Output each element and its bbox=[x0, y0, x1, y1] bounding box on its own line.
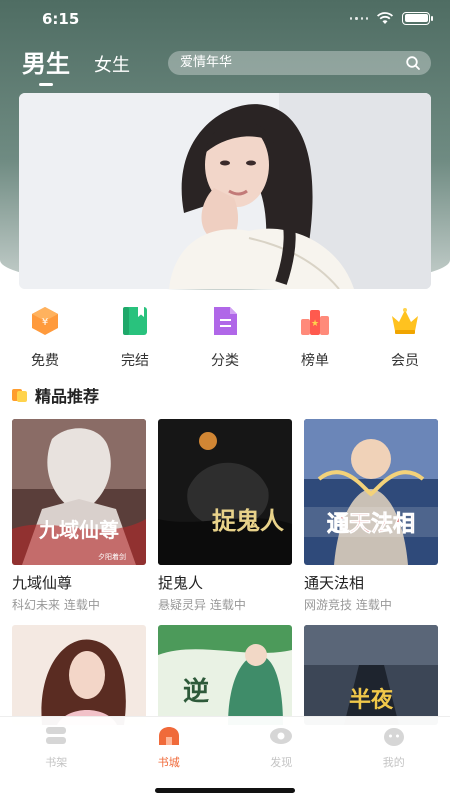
tab-male[interactable]: 男生 bbox=[22, 44, 70, 79]
free-coin-icon: ¥ bbox=[32, 307, 58, 335]
home-indicator bbox=[155, 788, 295, 793]
category-classify[interactable]: 分类 bbox=[180, 304, 270, 370]
book-meta: 悬疑灵异 连载中 bbox=[158, 598, 246, 612]
category-classify-label: 分类 bbox=[211, 353, 239, 369]
tab-female[interactable]: 女生 bbox=[94, 51, 130, 79]
search-placeholder: 爱情年华 bbox=[180, 55, 233, 70]
cover-title-6: 半夜 bbox=[349, 687, 394, 713]
book-card[interactable]: 通天法相 通天法相 网游竞技 连载中 bbox=[304, 419, 438, 613]
banner-image bbox=[19, 93, 431, 289]
document-icon bbox=[214, 307, 237, 335]
book-title: 捉鬼人 bbox=[158, 574, 204, 592]
svg-text:★: ★ bbox=[311, 319, 319, 329]
book-card[interactable]: 半夜 bbox=[304, 625, 438, 725]
section-header: 精品推荐 bbox=[12, 383, 99, 407]
section-icon bbox=[12, 387, 28, 403]
tab-bookshelf[interactable]: 书架 bbox=[0, 717, 113, 800]
category-free-label: 免费 bbox=[31, 353, 59, 369]
cover-author-1: 夕阳着剑 bbox=[98, 552, 126, 561]
section-title: 精品推荐 bbox=[35, 387, 100, 406]
cover-title-1: 九域仙尊 bbox=[38, 518, 119, 542]
bookshelf-icon bbox=[46, 727, 67, 744]
battery-icon bbox=[402, 11, 433, 25]
book-title: 通天法相 bbox=[304, 574, 365, 592]
book-cover: 逆 bbox=[158, 625, 292, 725]
category-grid: ¥ 免费 完结 分类 ★ 榜单 会员 bbox=[0, 304, 450, 370]
book-grid: 九域仙尊 夕阳着剑 九域仙尊 科幻未来 连载中 捉鬼人 捉鬼人 悬疑灵异 连载中 bbox=[12, 419, 440, 725]
crown-icon bbox=[392, 308, 418, 334]
ranking-icon: ★ bbox=[301, 310, 329, 335]
status-bar: 6:15 bbox=[0, 0, 450, 38]
wifi-icon bbox=[376, 12, 394, 24]
category-vip-label: 会员 bbox=[391, 353, 419, 369]
svg-text:¥: ¥ bbox=[42, 317, 48, 328]
signal-icon bbox=[350, 15, 368, 21]
promo-banner[interactable] bbox=[19, 93, 431, 289]
book-cover: 通天法相 bbox=[304, 419, 438, 565]
gender-tabs: 男生 女生 bbox=[22, 44, 130, 79]
category-vip[interactable]: 会员 bbox=[360, 304, 450, 370]
category-free[interactable]: ¥ 免费 bbox=[0, 304, 90, 370]
tab-profile[interactable]: 我的 bbox=[338, 717, 450, 800]
bookstore-icon bbox=[158, 727, 179, 745]
category-ranking[interactable]: ★ 榜单 bbox=[270, 304, 360, 370]
category-finished-label: 完结 bbox=[121, 353, 149, 369]
book-card[interactable]: 捉鬼人 捉鬼人 悬疑灵异 连载中 bbox=[158, 419, 292, 613]
tab-bookstore-label: 书城 bbox=[157, 756, 180, 769]
tab-profile-label: 我的 bbox=[382, 756, 405, 769]
discover-icon bbox=[270, 728, 293, 744]
book-cover bbox=[12, 625, 146, 725]
book-meta: 科幻未来 连载中 bbox=[12, 598, 100, 612]
book-card[interactable]: 逆 bbox=[158, 625, 292, 725]
tab-discover-label: 发现 bbox=[270, 756, 293, 769]
cover-title-5: 逆 bbox=[183, 676, 209, 707]
cover-title-3: 通天法相 bbox=[327, 511, 415, 537]
status-time: 6:15 bbox=[42, 10, 80, 28]
book-cover: 九域仙尊 夕阳着剑 bbox=[12, 419, 146, 565]
book-cover: 捉鬼人 bbox=[158, 419, 292, 565]
book-card[interactable] bbox=[12, 625, 146, 725]
book-meta: 网游竞技 连载中 bbox=[304, 598, 392, 612]
category-finished[interactable]: 完结 bbox=[90, 304, 180, 370]
search-input[interactable]: 爱情年华 bbox=[168, 51, 431, 75]
search-icon[interactable] bbox=[405, 55, 421, 71]
book-icon bbox=[123, 307, 147, 335]
cover-title-2: 捉鬼人 bbox=[212, 506, 284, 535]
status-icons bbox=[350, 11, 433, 25]
book-card[interactable]: 九域仙尊 夕阳着剑 九域仙尊 科幻未来 连载中 bbox=[12, 419, 146, 613]
book-title: 九域仙尊 bbox=[12, 574, 73, 592]
tab-bookshelf-label: 书架 bbox=[45, 756, 68, 769]
category-ranking-label: 榜单 bbox=[301, 353, 329, 369]
profile-icon bbox=[383, 728, 404, 746]
book-cover: 半夜 bbox=[304, 625, 438, 725]
